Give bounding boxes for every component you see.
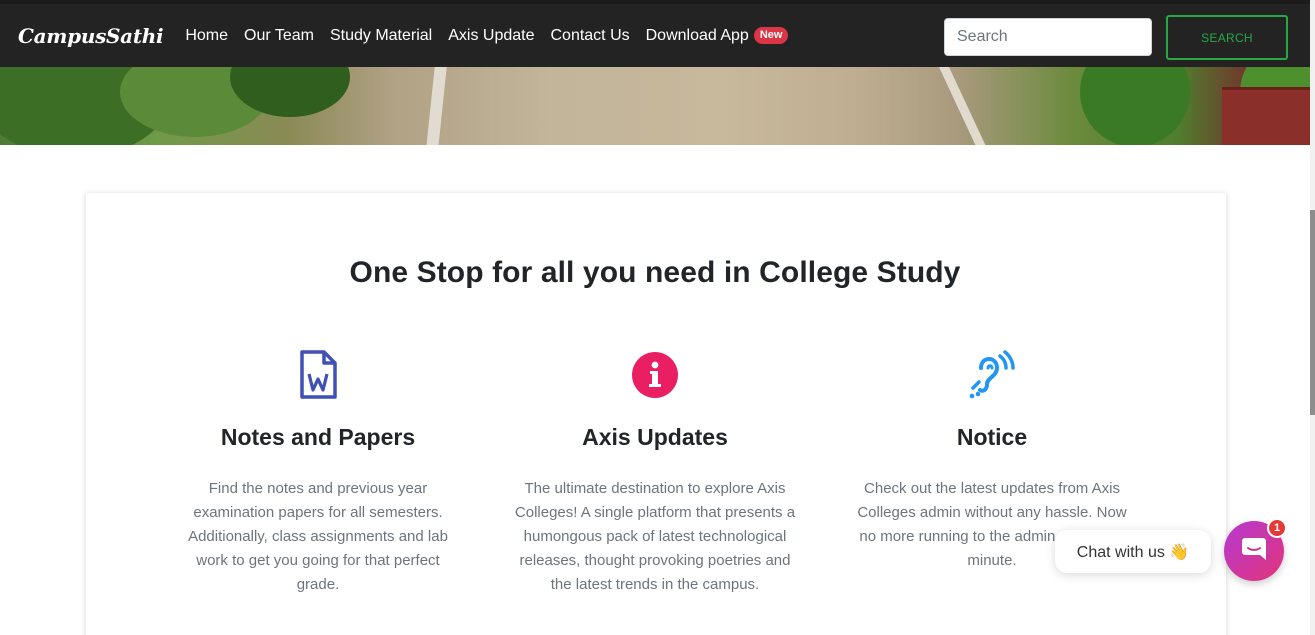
word-file-icon — [168, 350, 468, 400]
feature-description: The ultimate destination to explore Axis… — [514, 480, 796, 593]
assistive-listening-icon — [842, 350, 1142, 400]
unread-count-badge: 1 — [1267, 518, 1287, 538]
chat-prompt-bubble[interactable]: Chat with us 👋 — [1055, 530, 1211, 573]
nav-study-material[interactable]: Study Material — [330, 27, 432, 45]
feature-axis-updates: Axis Updates The ultimate destination to… — [505, 350, 805, 597]
feature-description: Find the notes and previous year examina… — [188, 480, 448, 593]
feature-heading: Notice — [956, 424, 1028, 450]
scrollbar-thumb[interactable] — [1310, 210, 1315, 415]
feature-heading: Notes and Papers — [220, 424, 416, 450]
brand-logo[interactable]: CampusSathi — [18, 24, 164, 48]
nav-axis-update[interactable]: Axis Update — [448, 27, 534, 45]
nav-download-app-label: Download App — [645, 26, 749, 44]
nav-download-app[interactable]: Download App New — [646, 27, 789, 45]
nav-our-team[interactable]: Our Team — [244, 27, 314, 45]
new-badge: New — [753, 27, 789, 44]
section-title: One Stop for all you need in College Stu… — [349, 256, 961, 289]
search-button[interactable]: SEARCH — [1166, 15, 1288, 60]
top-navbar: CampusSathi Home Our Team Study Material… — [0, 0, 1310, 67]
chat-icon — [1241, 536, 1267, 567]
feature-heading: Axis Updates — [582, 424, 728, 450]
nav-contact-us[interactable]: Contact Us — [550, 27, 629, 45]
search-input[interactable] — [944, 18, 1152, 56]
feature-notes: Notes and Papers Find the notes and prev… — [168, 350, 468, 597]
hero-image — [0, 67, 1310, 145]
nav-home[interactable]: Home — [185, 27, 228, 45]
info-circle-icon — [505, 350, 805, 400]
